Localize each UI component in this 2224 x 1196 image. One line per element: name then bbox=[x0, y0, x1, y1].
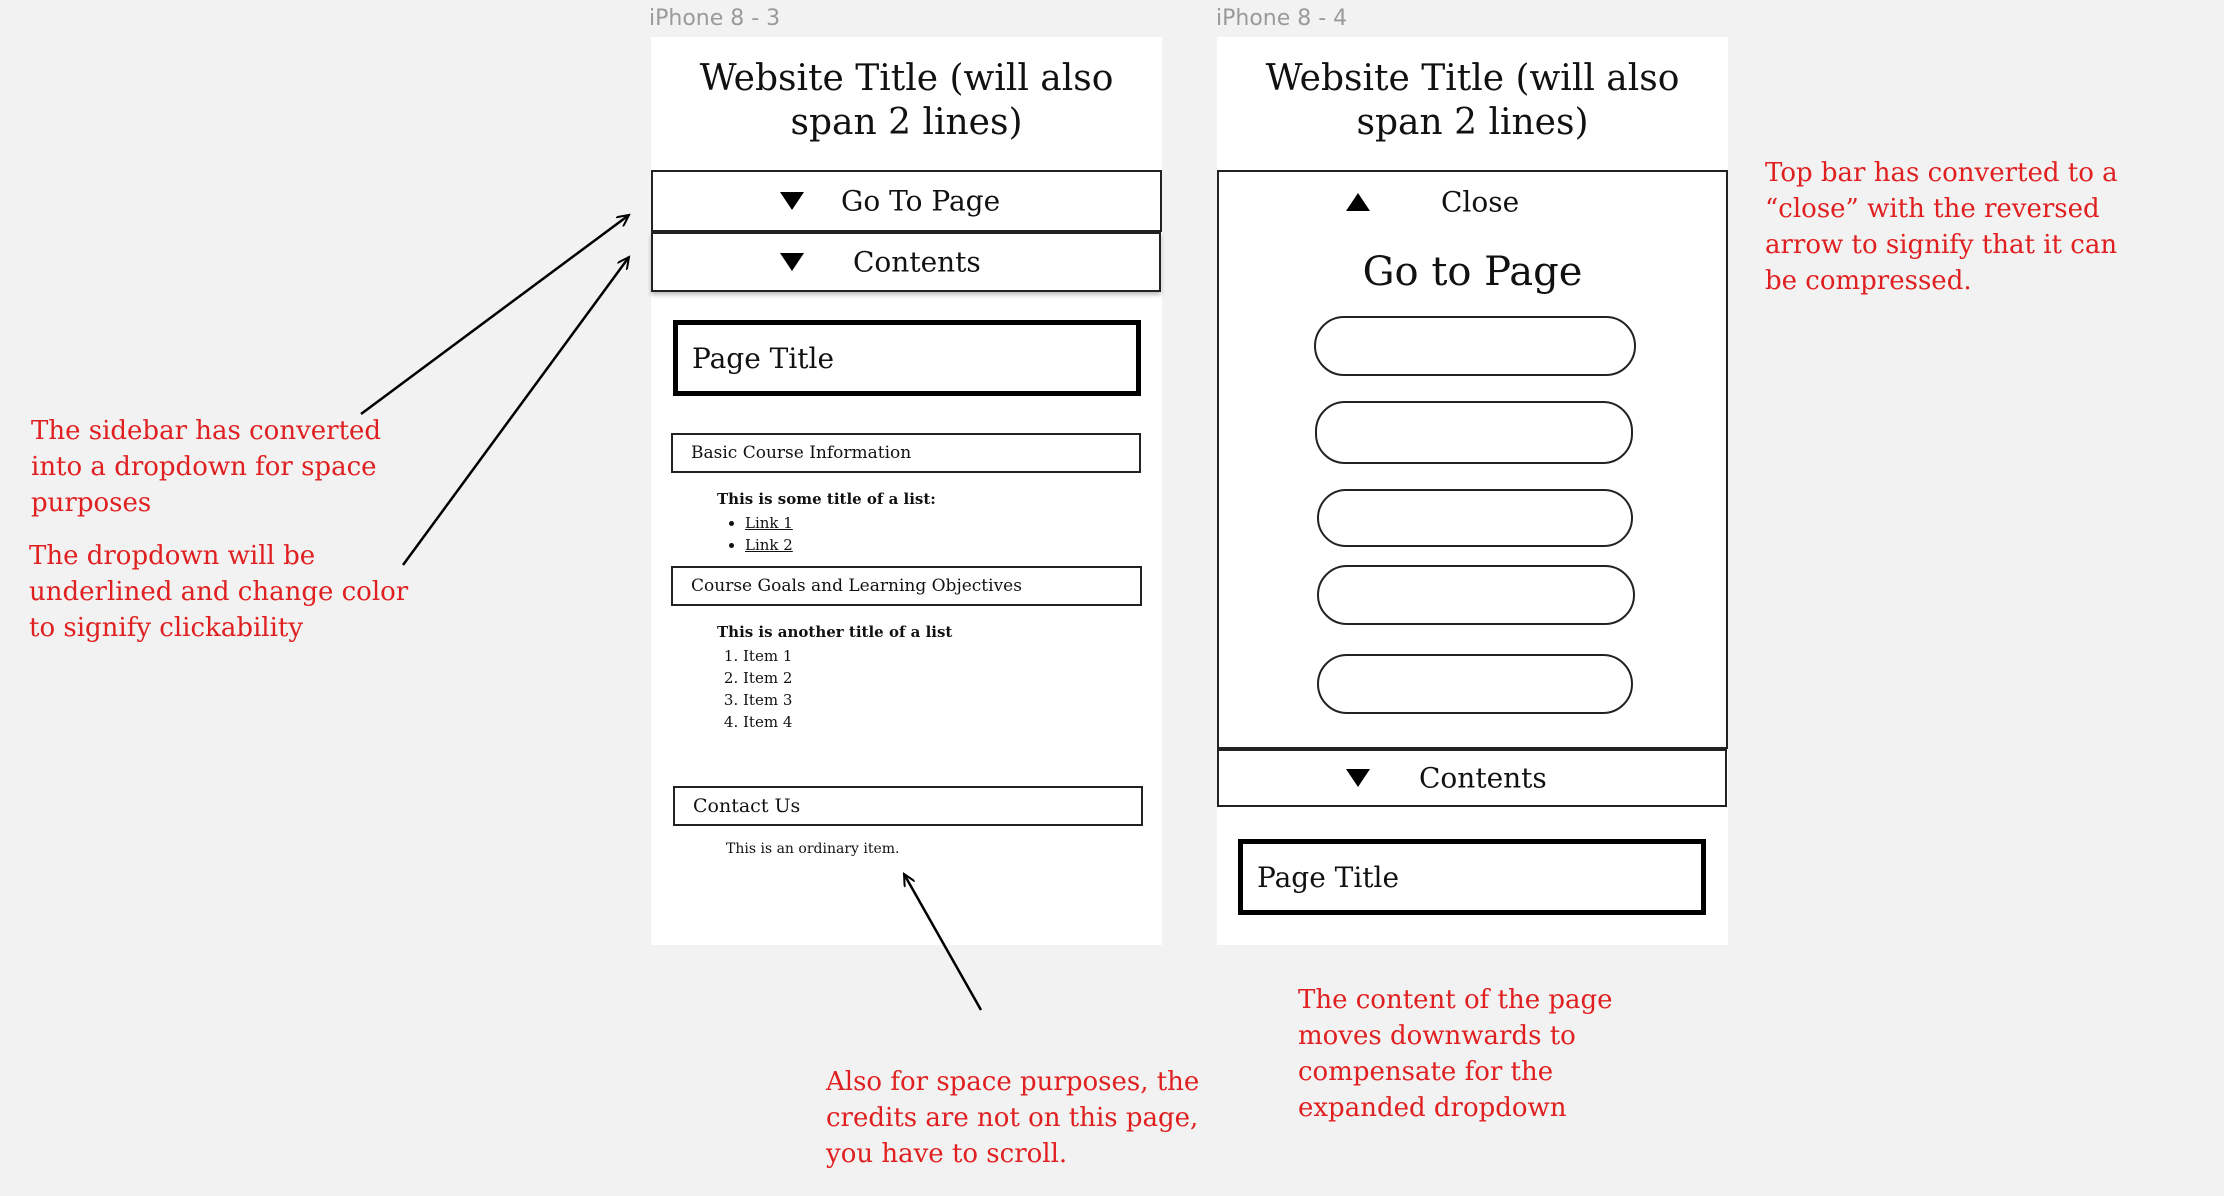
arrow-to-ordinary-item bbox=[904, 874, 983, 1011]
annotation-arrows bbox=[360, 0, 983, 1011]
arrow-to-go-to-page bbox=[360, 215, 629, 416]
arrow-to-contents bbox=[401, 257, 629, 566]
